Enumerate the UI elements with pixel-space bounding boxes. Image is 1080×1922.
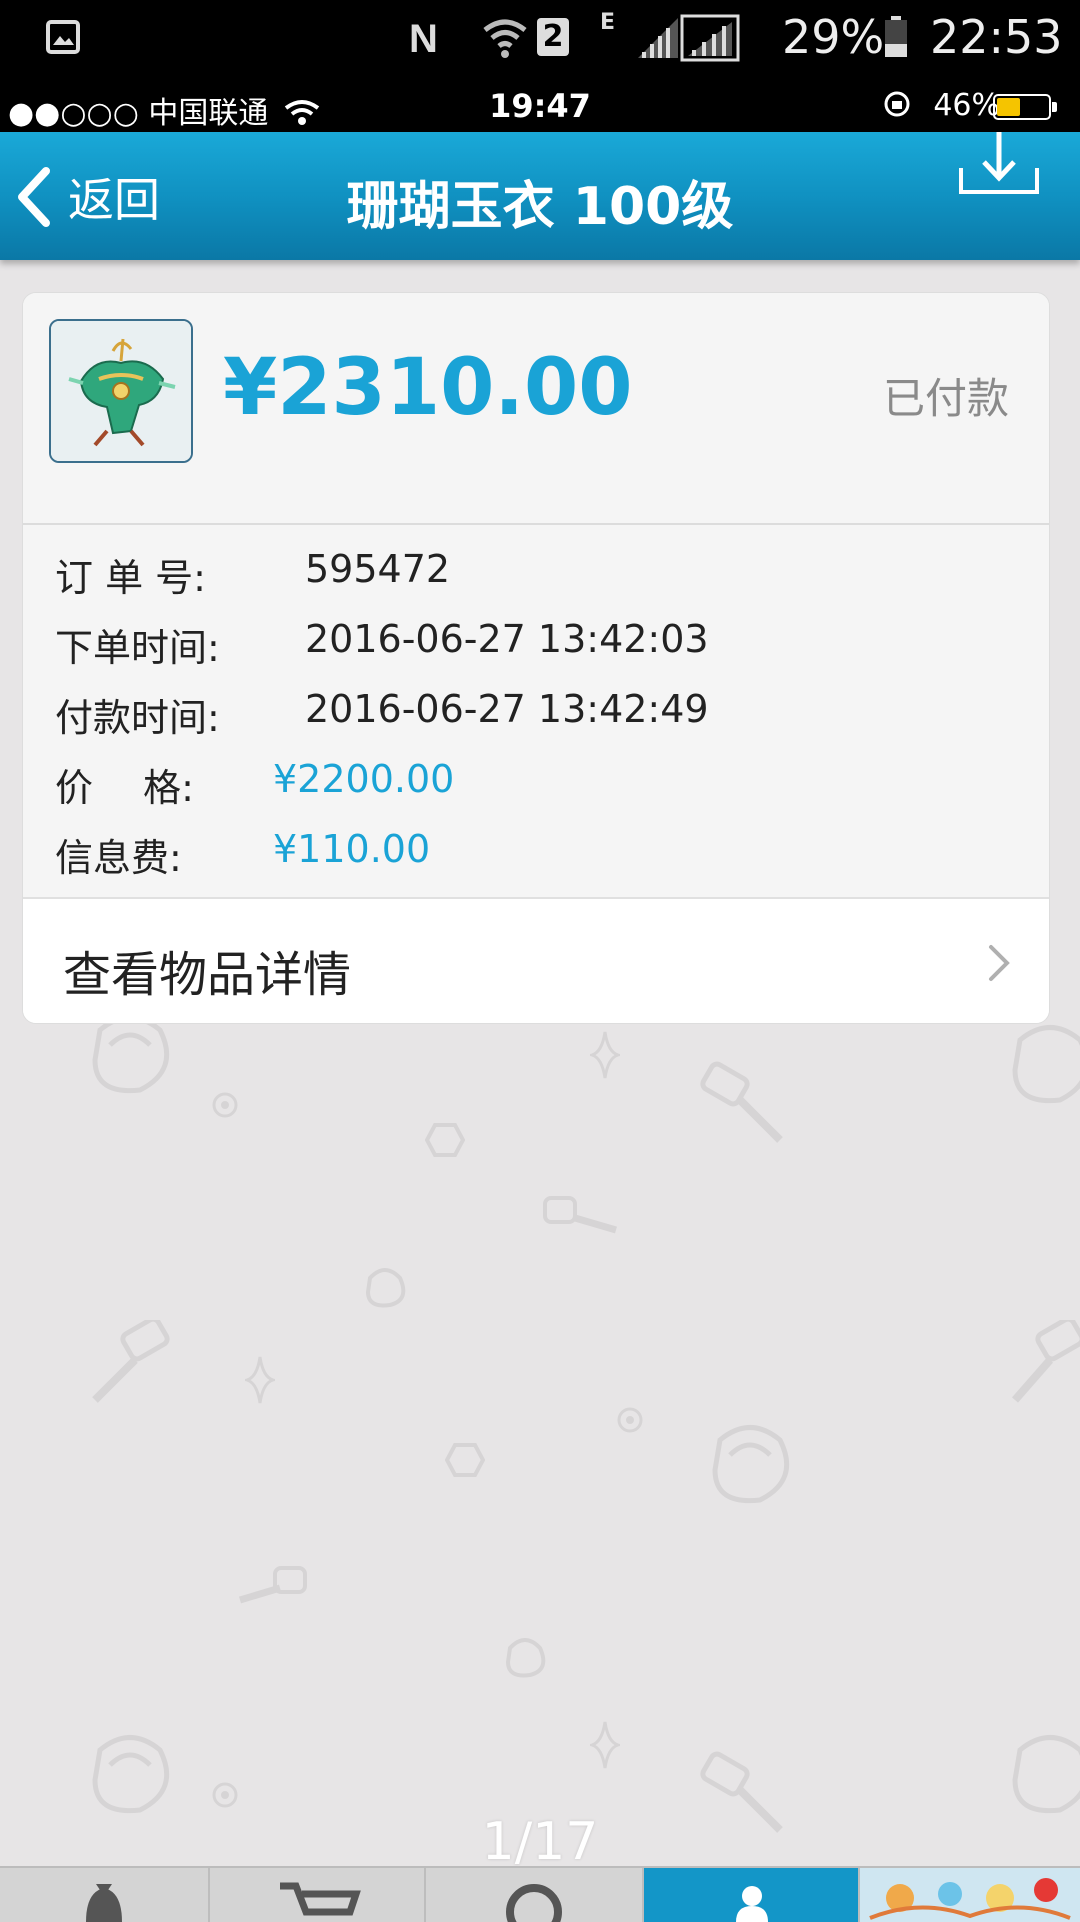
game-banner-icon	[860, 1868, 1080, 1922]
order-header: ¥2310.00 已付款	[23, 293, 1049, 525]
ios-battery-percent: 46%	[933, 88, 1000, 123]
view-item-details-label: 查看物品详情	[63, 947, 352, 1003]
field-label: 信息费:	[55, 836, 182, 880]
rotation-lock-icon	[884, 91, 910, 117]
view-item-details-button[interactable]: 查看物品详情	[23, 897, 1049, 1023]
battery-icon	[885, 16, 907, 57]
hammer-doodle-icon	[543, 1196, 617, 1234]
gallery-icon	[46, 20, 80, 54]
hammer-doodle-icon	[700, 1061, 783, 1143]
tab-cart[interactable]	[210, 1868, 426, 1922]
gem-doodle-icon	[425, 1123, 465, 1157]
nfc-icon: N	[409, 17, 438, 61]
total-price: ¥2310.00	[223, 343, 633, 433]
field-label: 下单时间:	[55, 626, 220, 670]
system-battery-percent: 29%	[782, 10, 885, 64]
money-bag-icon	[86, 1884, 122, 1922]
sparkle-doodle-icon	[590, 1031, 620, 1079]
price-value: ¥2200.00	[273, 757, 455, 801]
tab-profile[interactable]	[644, 1868, 860, 1922]
ios-battery-icon	[993, 94, 1057, 120]
hammer-doodle-icon	[238, 1566, 307, 1604]
cart-icon	[280, 1882, 361, 1916]
field-label: 价 格:	[55, 766, 194, 810]
tab-game-banner[interactable]	[860, 1868, 1080, 1922]
svg-text:N: N	[409, 17, 438, 61]
hammer-doodle-icon	[1011, 1320, 1080, 1403]
chevron-right-icon	[989, 945, 1010, 981]
bean-doodle-icon	[92, 1735, 170, 1814]
search-icon	[506, 1884, 562, 1922]
network-type-label: E	[600, 10, 616, 35]
sim-2-icon: 2	[537, 18, 569, 56]
bean-doodle-icon	[712, 1425, 790, 1504]
system-status-bar: N 2 E 29% 22:53	[0, 0, 1080, 82]
bean-doodle-icon	[1012, 1735, 1080, 1814]
page-indicator: 1/17	[481, 1812, 599, 1872]
bean-doodle-icon	[1012, 1025, 1080, 1104]
ios-status-bar: ●●○○○ 中国联通 19:47 46%	[0, 82, 1080, 132]
coin-doodle-icon	[212, 1092, 238, 1118]
coin-doodle-icon	[617, 1407, 643, 1433]
tab-money[interactable]	[0, 1868, 210, 1922]
order-time-value: 2016-06-27 13:42:03	[305, 617, 709, 661]
status-badge: 已付款	[882, 374, 1009, 423]
item-thumbnail-icon	[49, 319, 193, 463]
ios-battery-group: 46%	[882, 88, 1000, 123]
navigation-bar: 返回 珊瑚玉衣 100级	[0, 132, 1080, 260]
field-label: 付款时间:	[55, 696, 220, 740]
bean-doodle-icon	[365, 1268, 406, 1308]
user-icon	[736, 1886, 768, 1922]
field-label: 订 单 号:	[55, 556, 206, 600]
coin-doodle-icon	[212, 1782, 238, 1808]
page-title: 珊瑚玉衣 100级	[346, 177, 734, 237]
wifi-icon	[483, 19, 527, 58]
order-details: 订 单 号: 595472 下单时间: 2016-06-27 13:42:03 …	[23, 525, 1049, 897]
sparkle-doodle-icon	[590, 1721, 620, 1769]
info-fee-value: ¥110.00	[273, 827, 431, 871]
tab-search[interactable]	[426, 1868, 644, 1922]
gem-doodle-icon	[445, 1443, 485, 1477]
order-card: ¥2310.00 已付款 订 单 号: 595472 下单时间: 2016-06…	[22, 292, 1050, 1024]
bean-doodle-icon	[505, 1638, 546, 1678]
signal-icon	[680, 14, 740, 62]
download-icon[interactable]	[958, 132, 1040, 196]
system-clock: 22:53	[930, 10, 1063, 64]
hammer-doodle-icon	[92, 1320, 170, 1403]
order-number-value: 595472	[305, 547, 451, 591]
signal-icon	[638, 18, 678, 58]
sparkle-doodle-icon	[245, 1356, 275, 1404]
bottom-tab-bar	[0, 1866, 1080, 1922]
payment-time-value: 2016-06-27 13:42:49	[305, 687, 709, 731]
